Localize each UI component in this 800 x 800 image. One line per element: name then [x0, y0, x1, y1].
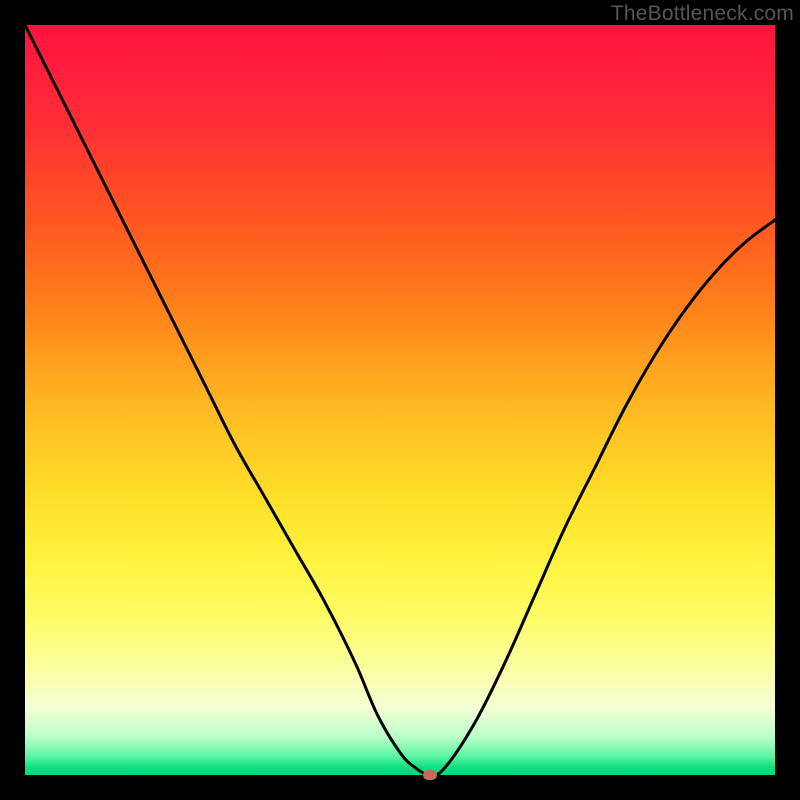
watermark-text: TheBottleneck.com — [611, 2, 794, 26]
plot-area — [25, 25, 775, 775]
bottleneck-curve — [25, 25, 775, 775]
optimal-point-marker — [423, 770, 437, 780]
chart-container: TheBottleneck.com — [0, 0, 800, 800]
